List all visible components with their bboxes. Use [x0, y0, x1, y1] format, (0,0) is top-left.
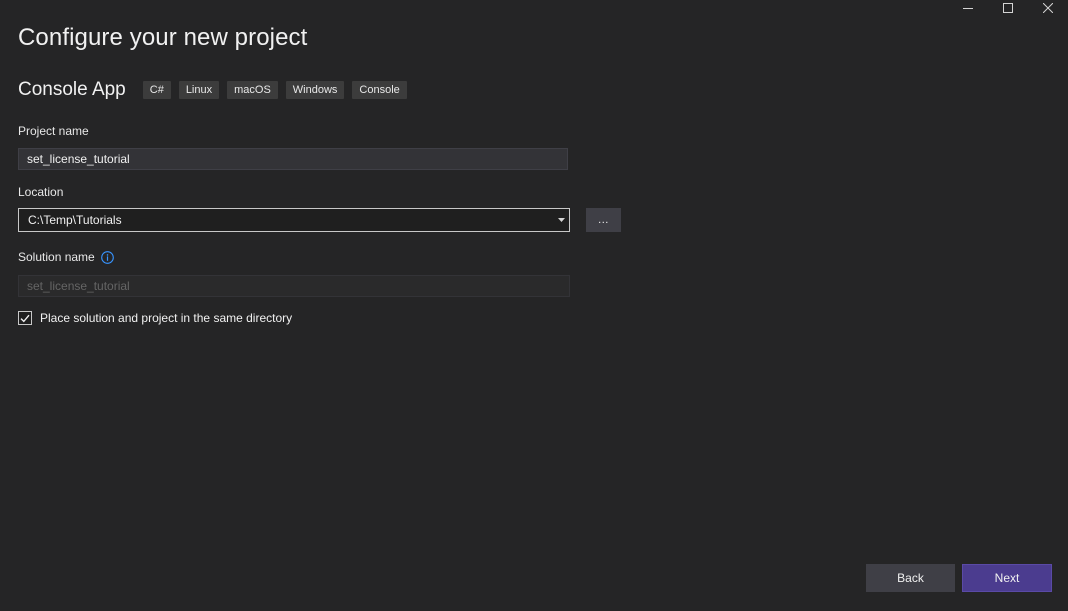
minimize-button[interactable] [948, 0, 988, 16]
info-icon[interactable] [100, 250, 114, 264]
same-directory-checkbox[interactable] [18, 311, 32, 325]
same-directory-label: Place solution and project in the same d… [40, 311, 293, 325]
solution-name-label-row: Solution name [18, 250, 114, 264]
close-icon [1043, 3, 1053, 13]
maximize-icon [1003, 3, 1013, 13]
tag-platform-windows: Windows [285, 81, 345, 99]
tag-project-type: Console [352, 81, 407, 99]
maximize-button[interactable] [988, 0, 1028, 16]
window-controls [948, 0, 1068, 16]
page-title: Configure your new project [18, 24, 308, 51]
tag-platform-macos: macOS [227, 81, 278, 99]
project-name-input[interactable] [18, 148, 568, 170]
same-directory-option[interactable]: Place solution and project in the same d… [18, 311, 292, 325]
template-name: Console App [18, 79, 126, 100]
solution-name-label: Solution name [18, 250, 95, 264]
browse-location-button[interactable]: ... [586, 208, 621, 232]
minimize-icon [963, 8, 973, 9]
location-value: C:\Temp\Tutorials [28, 213, 122, 227]
solution-name-input: set_license_tutorial [18, 275, 570, 297]
close-button[interactable] [1028, 0, 1068, 16]
next-button[interactable]: Next [962, 564, 1052, 592]
tag-language: C# [142, 81, 171, 99]
location-combobox[interactable]: C:\Temp\Tutorials [18, 208, 570, 232]
location-label: Location [18, 185, 64, 199]
template-header: Console App C# Linux macOS Windows Conso… [18, 79, 415, 101]
dropdown-arrow-icon[interactable] [554, 209, 568, 231]
checkmark-icon [20, 314, 30, 322]
back-button[interactable]: Back [866, 564, 955, 592]
configure-project-window: Configure your new project Console App C… [0, 0, 1068, 611]
project-name-label: Project name [18, 124, 89, 138]
tag-platform-linux: Linux [178, 81, 220, 99]
